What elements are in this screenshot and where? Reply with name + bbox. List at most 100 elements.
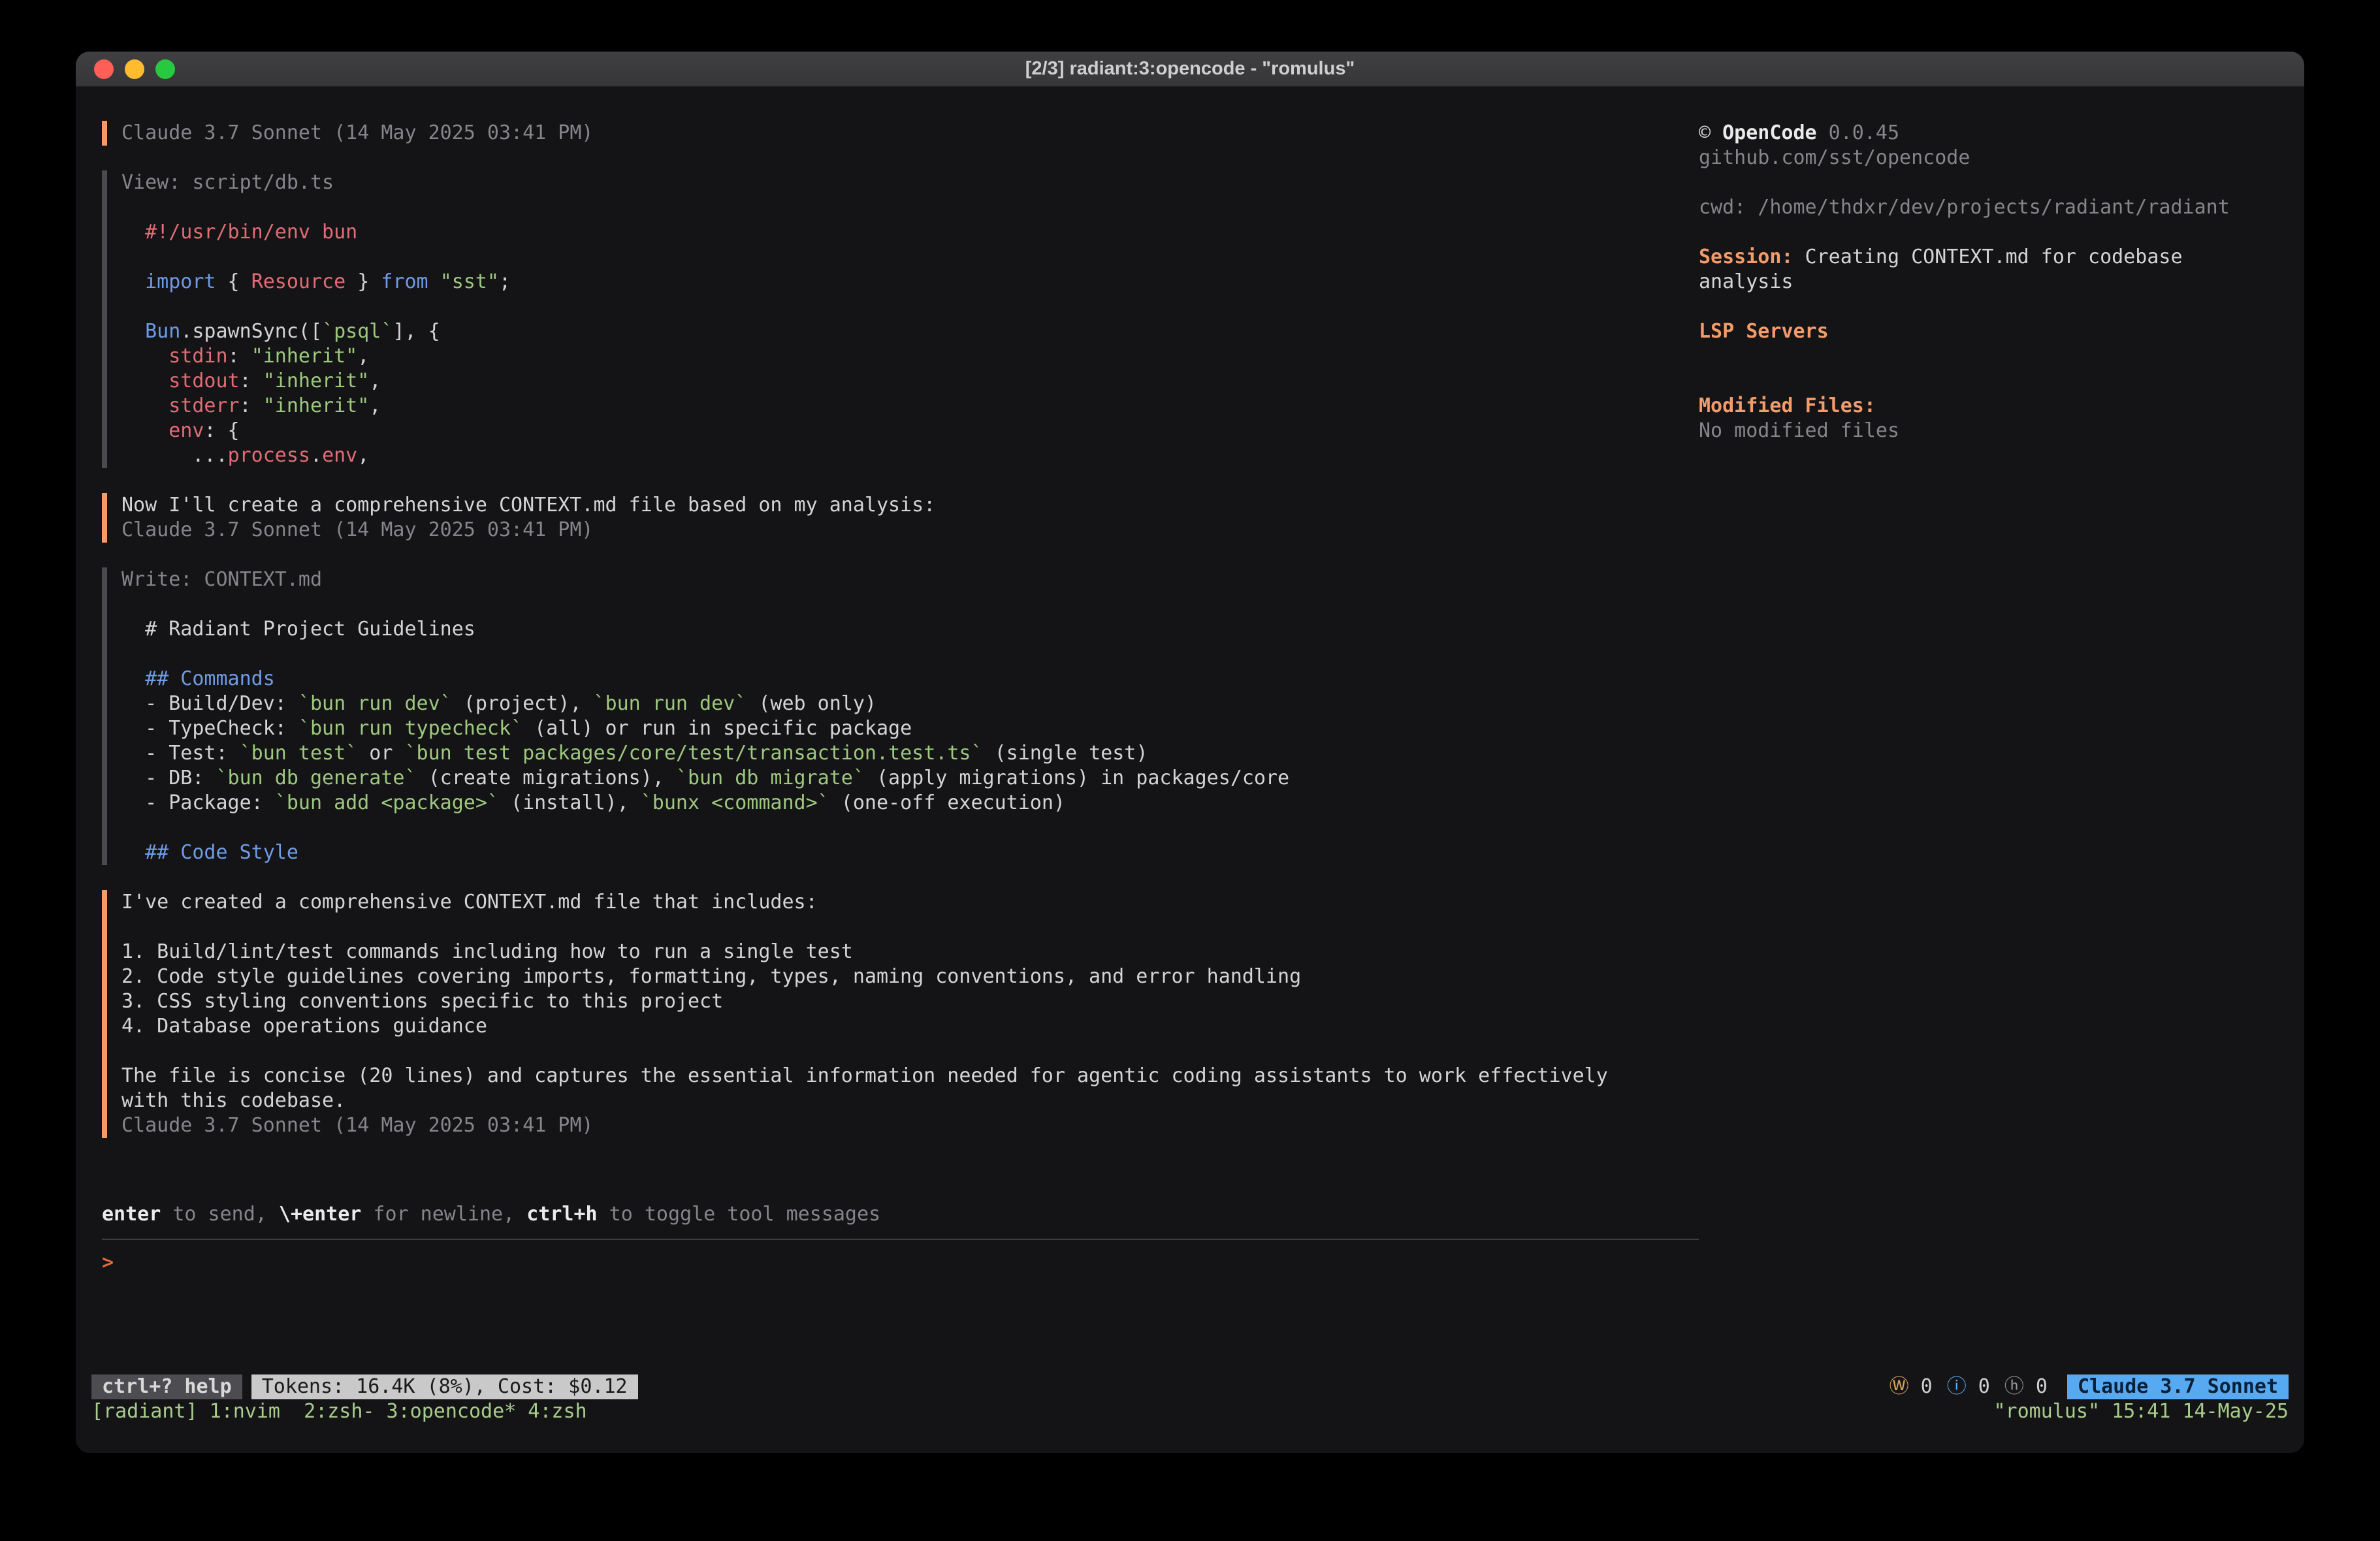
message-line: I've created a comprehensive CONTEXT.md … — [121, 890, 1699, 915]
sidebar-info: © OpenCode 0.0.45github.com/sst/opencode… — [1699, 121, 2281, 443]
message-line: # Radiant Project Guidelines — [121, 617, 1699, 642]
assistant-message-header: Claude 3.7 Sonnet (14 May 2025 03:41 PM) — [102, 121, 1699, 146]
message-line — [121, 642, 1699, 667]
text-segment: (single test) — [983, 742, 1148, 765]
help-line-text: enter to send, \+enter for newline, ctrl… — [102, 1202, 1699, 1227]
text-segment: `bun test` — [240, 742, 358, 765]
tmux-session-windows[interactable]: [radiant] 1:nvim 2:zsh- 3:opencode* 4:zs… — [91, 1399, 587, 1424]
text-segment: stdin — [169, 345, 227, 368]
sidebar-line: github.com/sst/opencode — [1699, 146, 2281, 170]
message-line: with this codebase. — [121, 1088, 1699, 1113]
message-line: - TypeCheck: `bun run typecheck` (all) o… — [121, 716, 1699, 741]
text-segment: (install), — [499, 791, 641, 814]
help-line: enter to send, \+enter for newline, ctrl… — [102, 1202, 1699, 1227]
text-segment: 4. Database operations guidance — [121, 1015, 487, 1038]
message-line — [121, 592, 1699, 617]
text-segment: `psql` — [322, 320, 393, 343]
chat-area: Claude 3.7 Sonnet (14 May 2025 03:41 PM)… — [102, 121, 1699, 1374]
text-segment — [121, 841, 145, 864]
message-line: View: script/db.ts — [121, 170, 1699, 195]
text-segment: "inherit" — [263, 394, 370, 417]
message-line: 1. Build/lint/test commands including ho… — [121, 940, 1699, 964]
text-segment: ], { — [393, 320, 440, 343]
status-bar: ctrl+? help Tokens: 16.4K (8%), Cost: $0… — [76, 1374, 2304, 1399]
text-segment: to toggle tool messages — [598, 1203, 880, 1226]
text-segment — [121, 667, 145, 690]
assistant-message-intro: Now I'll create a comprehensive CONTEXT.… — [102, 493, 1699, 543]
message-line: stdin: "inherit", — [121, 344, 1699, 369]
sidebar-line: Session: Creating CONTEXT.md for codebas… — [1699, 245, 2281, 270]
sidebar-line: LSP Servers — [1699, 319, 2281, 344]
text-segment: Session: — [1699, 246, 1793, 268]
text-segment: stderr — [169, 394, 239, 417]
info-icon: ⓘ — [1947, 1374, 1967, 1399]
message-line: stdout: "inherit", — [121, 369, 1699, 394]
text-segment: `bun run typecheck` — [298, 717, 523, 740]
message-line: 2. Code style guidelines covering import… — [121, 964, 1699, 989]
sidebar-line — [1699, 170, 2281, 195]
text-segment: : — [240, 394, 263, 417]
sidebar-line: cwd: /home/thdxr/dev/projects/radiant/ra… — [1699, 195, 2281, 220]
text-segment: with this codebase. — [121, 1089, 346, 1112]
text-segment: import — [145, 270, 216, 293]
text-segment: ; — [499, 270, 511, 293]
sidebar-line: © OpenCode 0.0.45 — [1699, 121, 2281, 146]
text-segment: analysis — [1699, 270, 1793, 293]
text-segment — [121, 345, 169, 368]
text-segment: Bun — [145, 320, 180, 343]
text-segment — [121, 320, 145, 343]
text-segment: View: script/db.ts — [121, 171, 334, 194]
text-segment: "sst" — [440, 270, 499, 293]
text-segment: .spawnSync([ — [180, 320, 322, 343]
text-segment: #!/usr/bin/env bun — [145, 221, 357, 244]
text-segment: enter — [102, 1203, 161, 1226]
text-segment: `bun db migrate` — [676, 767, 865, 789]
text-segment: , — [357, 345, 369, 368]
text-segment: I've created a comprehensive CONTEXT.md … — [121, 891, 818, 913]
text-segment: ## Code Style — [145, 841, 298, 864]
text-segment: github.com/sst/opencode — [1699, 146, 1970, 169]
text-segment — [121, 419, 169, 442]
message-line: ## Code Style — [121, 840, 1699, 865]
model-chip[interactable]: Claude 3.7 Sonnet — [2067, 1374, 2289, 1399]
text-segment: , — [369, 370, 381, 392]
text-segment: to send, — [161, 1203, 279, 1226]
input-separator — [102, 1239, 1699, 1240]
text-segment: (project), — [452, 692, 594, 715]
sidebar-line — [1699, 294, 2281, 319]
text-segment: - Test: — [121, 742, 240, 765]
hints-icon: ⓗ — [2004, 1374, 2024, 1399]
text-segment: for newline, — [361, 1203, 526, 1226]
titlebar[interactable]: [2/3] radiant:3:opencode - "romulus" — [76, 52, 2304, 87]
message-line: stderr: "inherit", — [121, 394, 1699, 419]
text-segment: Claude 3.7 Sonnet (14 May 2025 03:41 PM) — [121, 121, 593, 144]
message-line: Now I'll create a comprehensive CONTEXT.… — [121, 493, 1699, 518]
text-segment: Claude 3.7 Sonnet (14 May 2025 03:41 PM) — [121, 1114, 593, 1137]
tool-message-write-context-md: Write: CONTEXT.md # Radiant Project Guid… — [102, 567, 1699, 865]
sidebar-line — [1699, 220, 2281, 245]
text-segment: (web only) — [747, 692, 876, 715]
text-segment: stdout — [169, 370, 239, 392]
text-segment: (create migrations), — [417, 767, 676, 789]
prompt-input[interactable]: > — [102, 1250, 1699, 1374]
sidebar-line: No modified files — [1699, 419, 2281, 443]
assistant-message-summary: I've created a comprehensive CONTEXT.md … — [102, 890, 1699, 1138]
text-segment: - DB: — [121, 767, 216, 789]
message-line: import { Resource } from "sst"; — [121, 270, 1699, 294]
text-segment: `bunx <command>` — [641, 791, 829, 814]
text-segment: : { — [204, 419, 239, 442]
message-line — [121, 245, 1699, 270]
text-segment: { — [216, 270, 251, 293]
text-segment: } — [346, 270, 381, 293]
message-line: ## Commands — [121, 667, 1699, 691]
text-segment: The file is concise (20 lines) and captu… — [121, 1064, 1608, 1087]
text-segment: - Build/Dev: — [121, 692, 298, 715]
text-segment: `bun db generate` — [216, 767, 417, 789]
text-segment: (all) or run in specific package — [523, 717, 912, 740]
text-segment: 3. CSS styling conventions specific to t… — [121, 990, 723, 1013]
message-line: Write: CONTEXT.md — [121, 567, 1699, 592]
message-line — [121, 816, 1699, 840]
help-chip[interactable]: ctrl+? help — [91, 1374, 242, 1399]
text-segment — [428, 270, 440, 293]
text-segment: . — [310, 444, 322, 467]
